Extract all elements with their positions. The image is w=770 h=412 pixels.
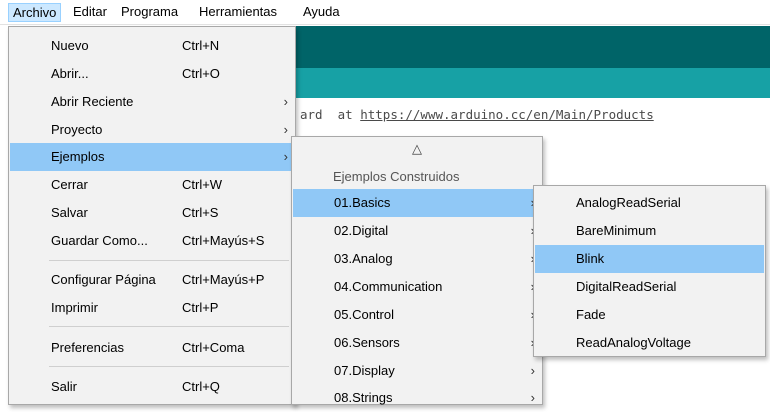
menu-item-label: Cerrar (51, 177, 88, 192)
menu-item-nuevo[interactable]: Nuevo Ctrl+N (10, 32, 294, 60)
menu-item-ejemplos[interactable]: Ejemplos › (10, 143, 294, 171)
menu-item-label: 02.Digital (334, 223, 389, 238)
editor-tabs-bar (296, 68, 770, 98)
menu-item-shortcut: Ctrl+W (182, 177, 223, 192)
menu-item-shortcut: Ctrl+N (182, 38, 220, 53)
menu-item-preferencias[interactable]: Preferencias Ctrl+Coma (10, 334, 294, 362)
menu-item-label: 07.Display (334, 363, 395, 378)
menu-item-label: Abrir Reciente (51, 94, 134, 109)
menu-item-communication[interactable]: 04.Communication › (293, 273, 541, 301)
menu-item-salvar[interactable]: Salvar Ctrl+S (10, 199, 294, 227)
menu-item-analog[interactable]: 03.Analog › (293, 245, 541, 273)
menu-item-label: Imprimir (51, 300, 98, 315)
menu-bar: Archivo Editar Programa Herramientas Ayu… (0, 0, 770, 25)
menu-item-shortcut: Ctrl+Mayús+P (182, 272, 265, 287)
menu-item-label: BareMinimum (576, 223, 657, 238)
menu-separator (49, 260, 289, 261)
editor-toolbar (296, 26, 770, 68)
menu-item-label: DigitalReadSerial (576, 279, 677, 294)
menu-item-label: Abrir... (51, 66, 89, 81)
menu-herramientas[interactable]: Herramientas (195, 3, 281, 22)
menu-item-sensors[interactable]: 06.Sensors › (293, 329, 541, 357)
menu-item-shortcut: Ctrl+P (182, 300, 219, 315)
menu-item-label: 04.Communication (334, 279, 443, 294)
menu-item-proyecto[interactable]: Proyecto › (10, 116, 294, 144)
menu-item-control[interactable]: 05.Control › (293, 301, 541, 329)
menu-item-salir[interactable]: Salir Ctrl+Q (10, 373, 294, 401)
menu-item-digitalreadserial[interactable]: DigitalReadSerial (535, 273, 764, 301)
menu-item-label: 01.Basics (334, 195, 391, 210)
menu-item-label: Blink (576, 251, 605, 266)
menu-programa[interactable]: Programa (117, 3, 182, 22)
examples-submenu: △ Ejemplos Construidos 01.Basics › 02.Di… (291, 136, 543, 405)
file-menu: Nuevo Ctrl+N Abrir... Ctrl+O Abrir Recie… (8, 26, 296, 405)
menu-item-imprimir[interactable]: Imprimir Ctrl+P (10, 294, 294, 322)
menu-item-abrir[interactable]: Abrir... Ctrl+O (10, 60, 294, 88)
menu-item-basics[interactable]: 01.Basics › (293, 189, 541, 217)
menu-editar[interactable]: Editar (69, 3, 111, 22)
menu-item-label: Fade (576, 307, 606, 322)
menu-item-blink[interactable]: Blink (535, 245, 764, 273)
code-line: ard at https://www.arduino.cc/en/Main/Pr… (300, 107, 654, 122)
examples-section-header: Ejemplos Construidos (333, 169, 460, 184)
menu-item-fade[interactable]: Fade (535, 301, 764, 329)
menu-item-strings[interactable]: 08.Strings › (293, 384, 541, 412)
menu-item-label: Salir (51, 379, 78, 394)
menu-item-shortcut: Ctrl+Coma (182, 340, 245, 355)
chevron-right-icon: › (283, 149, 288, 164)
menu-item-shortcut: Ctrl+O (182, 66, 220, 81)
menu-item-shortcut: Ctrl+Q (182, 379, 220, 394)
menu-item-guardar-como[interactable]: Guardar Como... Ctrl+Mayús+S (10, 227, 294, 255)
menu-archivo[interactable]: Archivo (8, 3, 62, 22)
code-url: https://www.arduino.cc/en/Main/Products (360, 107, 654, 122)
menu-item-label: AnalogReadSerial (576, 195, 681, 210)
menu-item-label: Preferencias (51, 340, 124, 355)
chevron-right-icon: › (530, 390, 535, 405)
menu-item-label: Proyecto (51, 122, 103, 137)
menu-item-abrir-reciente[interactable]: Abrir Reciente › (10, 88, 294, 116)
menu-item-label: Salvar (51, 205, 88, 220)
menu-item-configurar-pagina[interactable]: Configurar Página Ctrl+Mayús+P (10, 266, 294, 294)
menu-item-label: ReadAnalogVoltage (576, 335, 691, 350)
menu-separator (49, 366, 289, 367)
menu-item-label: 05.Control (334, 307, 394, 322)
menu-item-label: Nuevo (51, 38, 89, 53)
menu-separator (49, 326, 289, 327)
menu-item-label: Ejemplos (51, 149, 105, 164)
menu-item-label: Configurar Página (51, 272, 156, 287)
menu-item-cerrar[interactable]: Cerrar Ctrl+W (10, 171, 294, 199)
menu-item-label: 06.Sensors (334, 335, 400, 350)
scroll-up-icon[interactable]: △ (292, 141, 542, 157)
menu-item-readanalogvoltage[interactable]: ReadAnalogVoltage (535, 329, 764, 357)
menu-item-display[interactable]: 07.Display › (293, 357, 541, 385)
menu-item-digital[interactable]: 02.Digital › (293, 217, 541, 245)
menu-item-label: 08.Strings (334, 390, 393, 405)
menu-item-analogreadserial[interactable]: AnalogReadSerial (535, 189, 764, 217)
menu-item-label: 03.Analog (334, 251, 393, 266)
menu-item-shortcut: Ctrl+Mayús+S (182, 233, 265, 248)
menu-item-label: Guardar Como... (51, 233, 148, 248)
basics-submenu: AnalogReadSerial BareMinimum Blink Digit… (533, 185, 766, 357)
menu-item-shortcut: Ctrl+S (182, 205, 219, 220)
menu-item-bareminimum[interactable]: BareMinimum (535, 217, 764, 245)
menu-ayuda[interactable]: Ayuda (299, 3, 344, 22)
chevron-right-icon: › (283, 94, 288, 109)
chevron-right-icon: › (283, 122, 288, 137)
chevron-right-icon: › (530, 363, 535, 378)
code-text: ard at (300, 107, 361, 122)
